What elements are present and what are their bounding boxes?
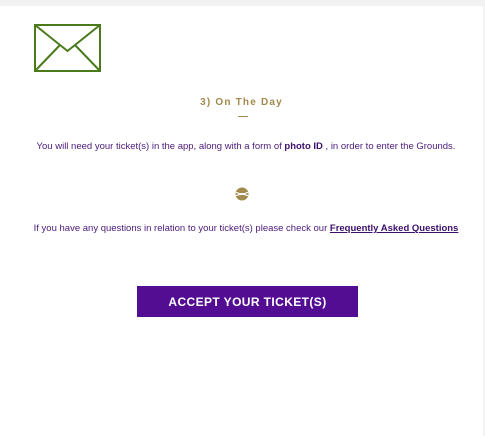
faq-paragraph: If you have any questions in relation to… — [22, 221, 470, 236]
accept-ticket-button[interactable]: ACCEPT YOUR TICKET(S) — [137, 286, 358, 317]
tennis-ball-icon — [235, 187, 249, 201]
envelope-icon — [34, 24, 101, 72]
paragraph1-text-start: You will need your ticket(s) in the app,… — [36, 141, 285, 152]
section-title: 3) On The Day — [200, 97, 283, 108]
title-underline — [238, 116, 248, 117]
photo-id-paragraph: You will need your ticket(s) in the app,… — [22, 139, 470, 154]
paragraph1-text-end: , in order to enter the Grounds. — [322, 141, 456, 152]
photo-id-bold: photo ID — [284, 141, 323, 152]
faq-link[interactable]: Frequently Asked Questions — [330, 223, 458, 234]
paragraph2-text: If you have any questions in relation to… — [33, 223, 330, 234]
email-card: 3) On The Day You will need your ticket(… — [0, 6, 483, 436]
